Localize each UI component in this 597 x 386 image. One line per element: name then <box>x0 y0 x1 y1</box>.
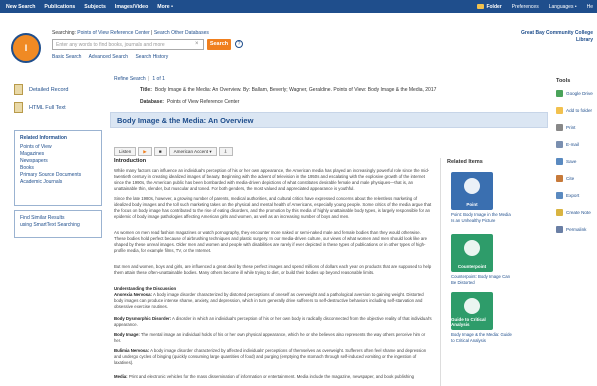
top-right-links: Folder Preferences Languages • He <box>467 0 593 13</box>
definition-anorexia: Anorexia Nervosa: A body image disorder … <box>114 292 424 309</box>
folder-add-icon <box>556 107 563 114</box>
tools-title: Tools <box>556 78 571 84</box>
counterpoint-link[interactable]: Counterpoint: Body Image Can Be Distorte… <box>451 274 515 285</box>
nav-publications[interactable]: Publications <box>44 4 75 10</box>
cite-icon <box>556 175 563 182</box>
search-history-link[interactable]: Search History <box>135 54 168 60</box>
html-full-text-link[interactable]: HTML Full Text <box>14 102 66 113</box>
result-position: 1 of 1 <box>152 76 165 82</box>
folder-icon <box>477 3 485 9</box>
print-tool[interactable]: Print <box>556 124 575 131</box>
article-title: Body Image & the Media: An Overview <box>110 112 548 128</box>
folder-link[interactable]: Folder <box>477 3 502 10</box>
help-icon[interactable]: ? <box>235 40 243 48</box>
definition-bulimia: Bulimia Nervosa: A body image disorder c… <box>114 348 427 365</box>
point-link[interactable]: Point: Body Image in the Media Is an Unh… <box>451 212 515 223</box>
find-similar-box[interactable]: Find Similar Results using SmartText Sea… <box>14 210 102 238</box>
add-to-folder-tool[interactable]: Add to folder <box>556 107 592 114</box>
export-icon <box>556 192 563 199</box>
counterpoint-thumbnail[interactable]: Counterpoint <box>451 234 493 272</box>
nav-images-video[interactable]: Images/Video <box>115 4 148 10</box>
related-link-primary-source[interactable]: Primary Source Documents <box>20 172 96 179</box>
tools-panel: Tools Google Drive Add to folder Print E… <box>550 70 597 386</box>
paragraph: But men and women, boys and girls, are i… <box>114 264 432 275</box>
paragraph: As women on men read fashion magazines o… <box>114 230 428 253</box>
clear-search-icon[interactable]: × <box>195 41 199 47</box>
guide-image-icon <box>464 298 480 314</box>
stop-icon[interactable]: ■ <box>153 146 167 156</box>
paragraph: Since the late 1980s, however, a growing… <box>114 196 432 219</box>
paragraph: While many factors can influence an indi… <box>114 168 430 191</box>
point-image-icon <box>464 178 480 194</box>
definition-body-dysmorphic: Body Dysmorphic Disorder: A disorder in … <box>114 316 432 327</box>
export-tool[interactable]: Export <box>556 192 579 199</box>
related-link-points-of-view[interactable]: Points of View <box>20 144 96 151</box>
email-tool[interactable]: E-mail <box>556 141 579 148</box>
nav-more[interactable]: More • <box>157 4 173 10</box>
main-content: Refine Search | 1 of 1 Title: Body Image &… <box>110 70 550 386</box>
preferences-link[interactable]: Preferences <box>512 4 539 10</box>
create-note-tool[interactable]: Create Note <box>556 209 591 216</box>
html-document-icon <box>14 102 23 113</box>
searching-line: Searching: Points of View Reference Cent… <box>52 30 209 36</box>
nav-subjects[interactable]: Subjects <box>84 4 106 10</box>
related-link-magazines[interactable]: Magazines <box>20 151 96 158</box>
result-navigation: Refine Search | 1 of 1 <box>114 76 165 82</box>
database-name: Points of View Reference Center <box>77 30 150 36</box>
left-sidebar: Detailed Record HTML Full Text Related I… <box>0 70 110 386</box>
top-navigation-bar: New Search Publications Subjects Images/… <box>0 0 597 13</box>
permalink-tool[interactable]: Permalink <box>556 226 586 233</box>
related-link-books[interactable]: Books <box>20 165 96 172</box>
search-input[interactable]: Enter any words to find books, journals … <box>52 39 204 50</box>
definition-body-image: Body Image: The mental image an individu… <box>114 332 426 343</box>
definition-media: Media: Print and electronic vehicles for… <box>114 374 414 379</box>
refine-search-link[interactable]: Refine Search <box>114 76 146 82</box>
google-drive-tool[interactable]: Google Drive <box>556 90 593 97</box>
advanced-search-link[interactable]: Advanced Search <box>89 54 128 60</box>
download-icon[interactable]: ⇩ <box>218 146 233 156</box>
help-link[interactable]: He <box>587 4 593 10</box>
meta-database-row: Database: Points of View Reference Center <box>140 99 240 105</box>
counterpoint-image-icon <box>464 240 480 256</box>
guide-thumbnail[interactable]: Guide to Critical Analysis <box>451 292 493 330</box>
point-thumbnail[interactable]: Point <box>451 172 493 210</box>
choose-databases-link[interactable]: Search Other Databases <box>154 30 209 36</box>
save-icon <box>556 158 563 165</box>
save-tool[interactable]: Save <box>556 158 576 165</box>
detailed-record-link[interactable]: Detailed Record <box>14 84 68 95</box>
listen-toolbar: Listen ▶ ■ American Accent ▾ ⇩ <box>114 146 235 156</box>
languages-link[interactable]: Languages • <box>549 4 577 10</box>
related-link-academic-journals[interactable]: Academic Journals <box>20 179 96 186</box>
email-icon <box>556 141 563 148</box>
google-drive-icon <box>556 90 563 97</box>
search-header: I Searching: Points of View Reference Ce… <box>0 13 597 70</box>
guide-link[interactable]: Body Image & the Media: Guide to Critica… <box>451 332 515 343</box>
ebsco-logo-icon: I <box>11 33 41 63</box>
permalink-icon <box>556 226 563 233</box>
library-name: Great Bay Community College Library <box>521 30 593 43</box>
introduction-heading: Introduction <box>114 158 147 164</box>
related-information-box: Related Information Points of View Magaz… <box>14 130 102 206</box>
related-items-title: Related Items <box>447 159 483 165</box>
note-icon <box>556 209 563 216</box>
meta-title-row: Title: Body Image & the Media: An Overvie… <box>140 87 437 93</box>
cite-tool[interactable]: Cite <box>556 175 574 182</box>
accent-select[interactable]: American Accent ▾ <box>168 146 217 156</box>
search-button[interactable]: Search <box>207 39 231 50</box>
searching-label: Searching: <box>52 30 76 36</box>
play-icon[interactable]: ▶ <box>138 146 152 156</box>
document-icon <box>14 84 23 95</box>
related-information-title: Related Information <box>20 135 67 141</box>
related-link-newspapers[interactable]: Newspapers <box>20 158 96 165</box>
listen-button[interactable]: Listen <box>114 146 137 156</box>
print-icon <box>556 124 563 131</box>
basic-search-link[interactable]: Basic Search <box>52 54 81 60</box>
search-sublinks: Basic Search Advanced Search Search Hist… <box>52 54 174 60</box>
related-items-panel: Related Items Point Point: Body Image in… <box>440 158 520 386</box>
nav-new-search[interactable]: New Search <box>6 4 35 10</box>
